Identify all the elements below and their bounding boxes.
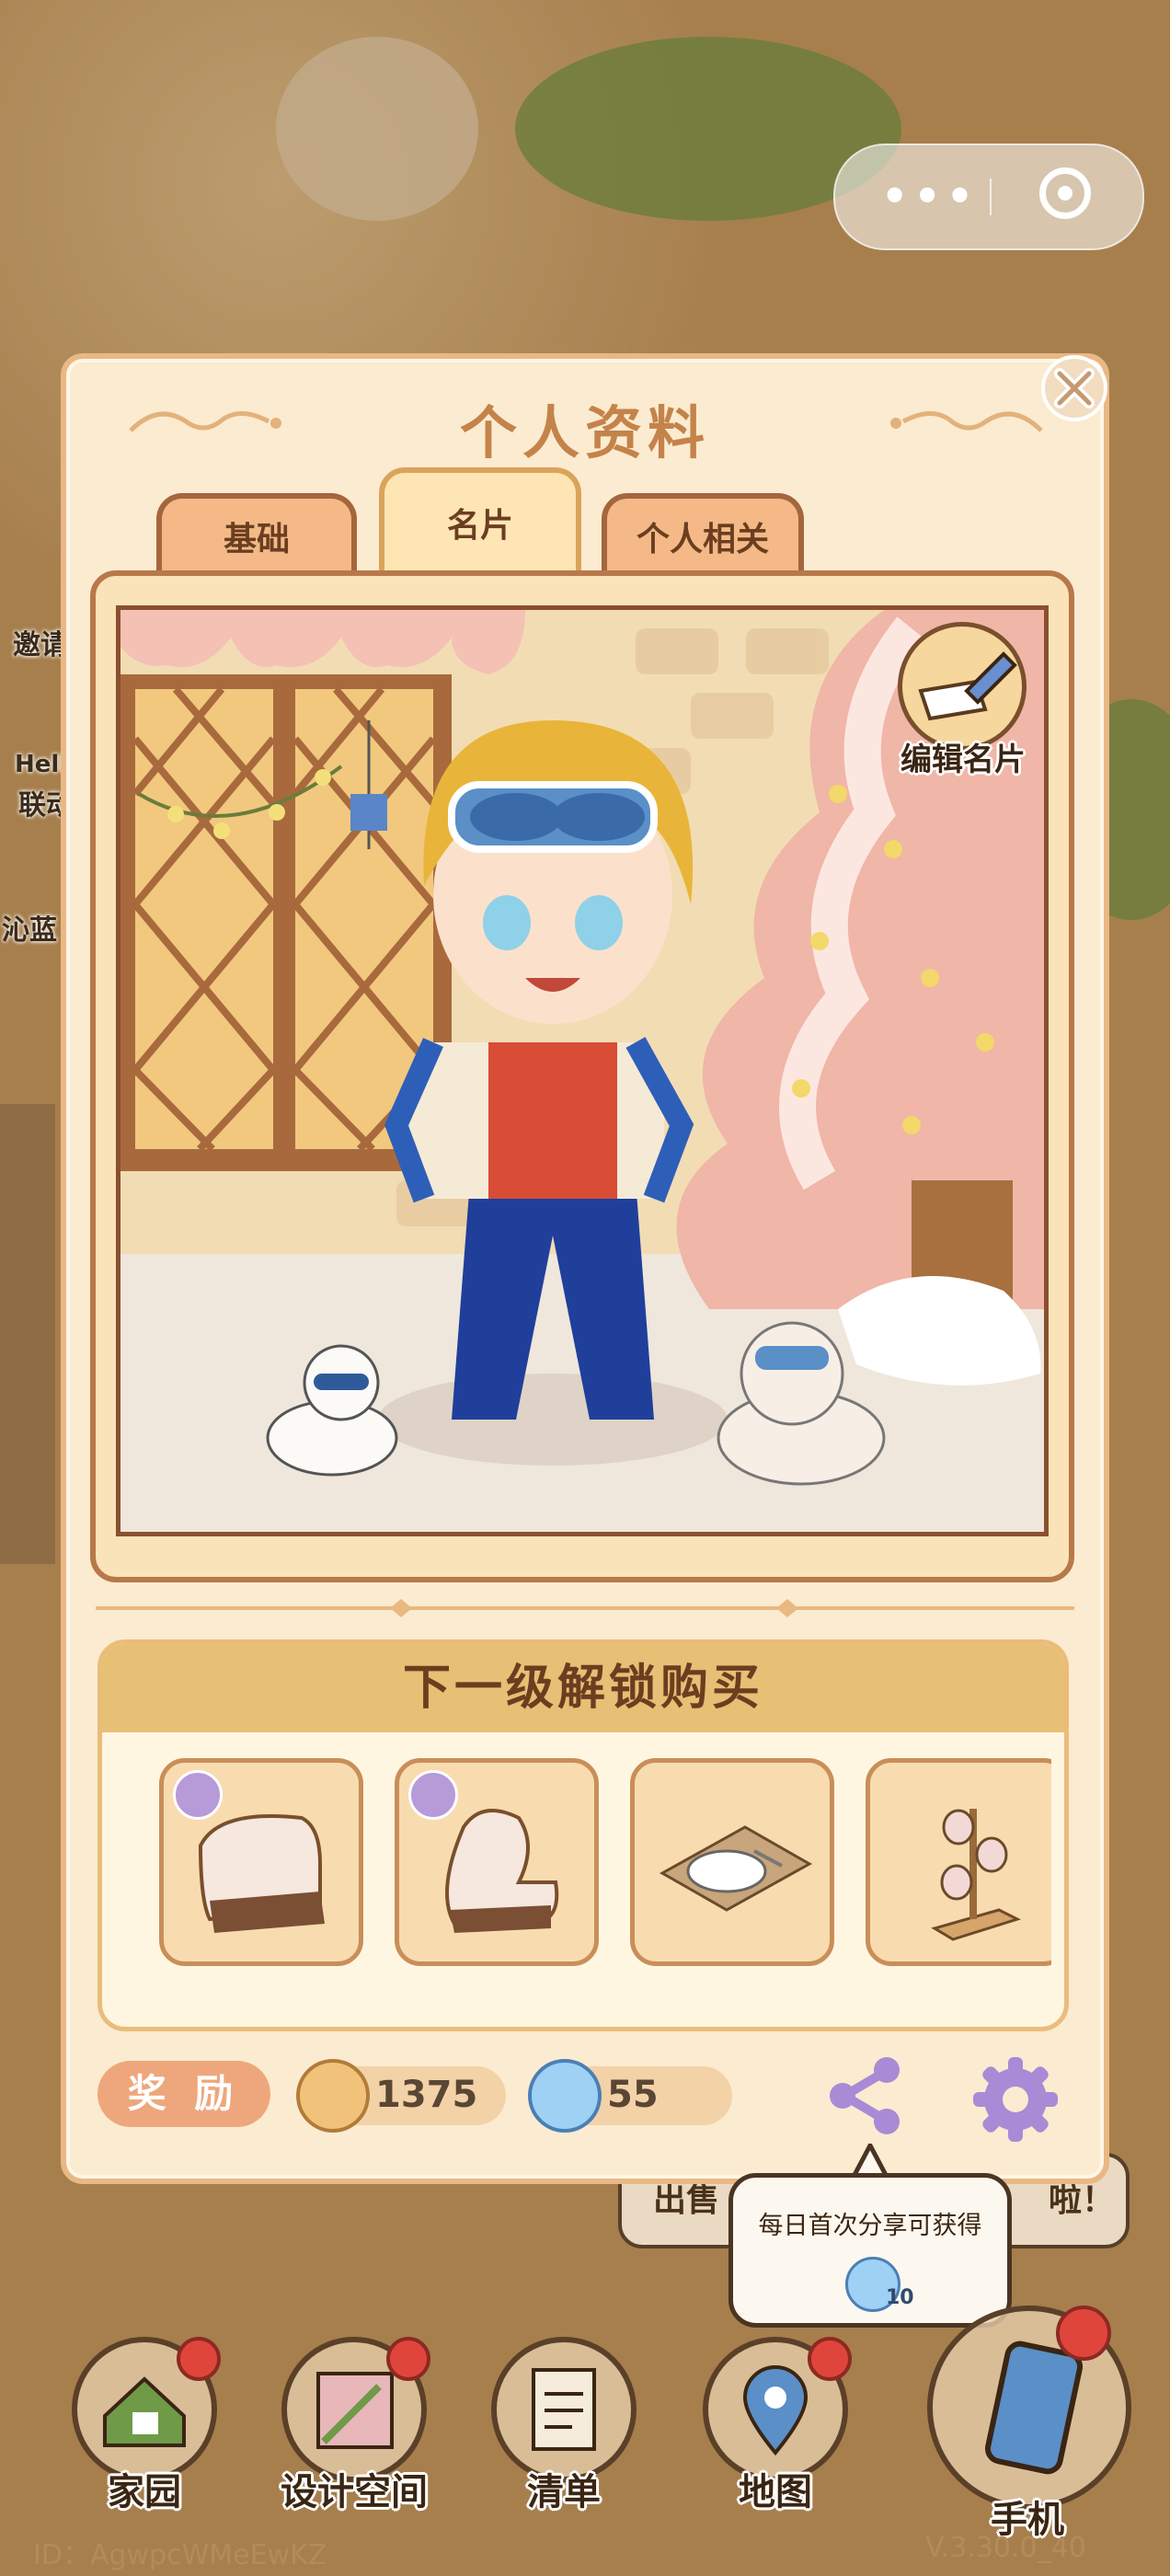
tab-business-card[interactable]: 名片: [379, 467, 581, 587]
edit-card-label: 编辑名片: [900, 742, 1026, 778]
close-miniprogram-icon[interactable]: [1039, 167, 1091, 219]
side-label-hello: Hell: [15, 751, 68, 778]
reward-button[interactable]: 奖 励: [98, 2061, 270, 2127]
nav-list[interactable]: 清单: [486, 2337, 642, 2521]
nav-list-label: 清单: [527, 2471, 601, 2513]
ornamental-divider: [96, 1599, 1074, 1617]
player-id: ID：AgwpcWMeEwKZ: [33, 2539, 327, 2571]
unlock-item-chair[interactable]: [395, 1758, 599, 1966]
pencil-icon: [918, 651, 1017, 721]
plate-placemat-icon: [659, 1825, 813, 1912]
coin-icon: [296, 2059, 370, 2133]
share-icon[interactable]: [822, 2053, 907, 2138]
nav-phone[interactable]: 手机: [922, 2306, 1133, 2541]
gem-value: 55: [607, 2074, 659, 2116]
share-reward-tooltip: 每日首次分享可获得 10: [728, 2173, 1012, 2328]
gear-icon[interactable]: [969, 2053, 1061, 2145]
spiral-gem-icon: [528, 2059, 602, 2133]
glass-rack-icon: [931, 1809, 1021, 1941]
unlock-item-placemat[interactable]: [630, 1758, 834, 1966]
edit-card-badge: [898, 622, 1027, 751]
side-label-qinlan: 沁蓝: [2, 914, 57, 947]
alert-dot: [1056, 2306, 1111, 2361]
nav-design-space[interactable]: 设计空间: [276, 2337, 432, 2521]
alert-dot: [808, 2337, 852, 2381]
alert-dot: [177, 2337, 221, 2381]
capsule-divider: [990, 178, 992, 215]
version-label: V.3.30.0_40: [925, 2532, 1086, 2564]
more-icon[interactable]: •••: [881, 171, 979, 221]
tooltip-text: 每日首次分享可获得: [758, 2212, 982, 2240]
coin-counter: 1375: [296, 2059, 506, 2133]
nav-map[interactable]: 地图: [697, 2337, 854, 2521]
tooltip-amount: 10: [886, 2286, 914, 2309]
nav-home-label: 家园: [108, 2471, 181, 2513]
capsule-menu[interactable]: •••: [833, 144, 1144, 250]
gem-counter: 55: [528, 2059, 732, 2133]
tooltip-pointer: [852, 2144, 889, 2177]
close-icon[interactable]: [1039, 353, 1109, 423]
unlock-items-list[interactable]: [159, 1758, 1051, 1970]
unlock-item-glass-rack[interactable]: [866, 1758, 1051, 1966]
unlock-section: 下一级解锁购买: [98, 1639, 1069, 2031]
armchair-icon: [198, 1814, 325, 1933]
unlock-item-armchair[interactable]: [159, 1758, 363, 1966]
chair-icon: [445, 1809, 559, 1933]
panel-title: 个人资料: [459, 399, 710, 466]
alert-dot: [386, 2337, 430, 2381]
unlock-title: 下一级解锁购买: [102, 1644, 1064, 1732]
nav-design-space-label: 设计空间: [281, 2471, 428, 2513]
edit-card-button[interactable]: 编辑名片: [894, 622, 1032, 788]
panel-bottom-bar: 奖 励 1375 55: [98, 2053, 1072, 2142]
coin-value: 1375: [375, 2074, 478, 2116]
side-label-invite: 邀请: [13, 629, 68, 661]
nav-home[interactable]: 家园: [66, 2337, 223, 2521]
nav-map-label: 地图: [739, 2471, 812, 2513]
list-icon: [491, 2337, 637, 2482]
